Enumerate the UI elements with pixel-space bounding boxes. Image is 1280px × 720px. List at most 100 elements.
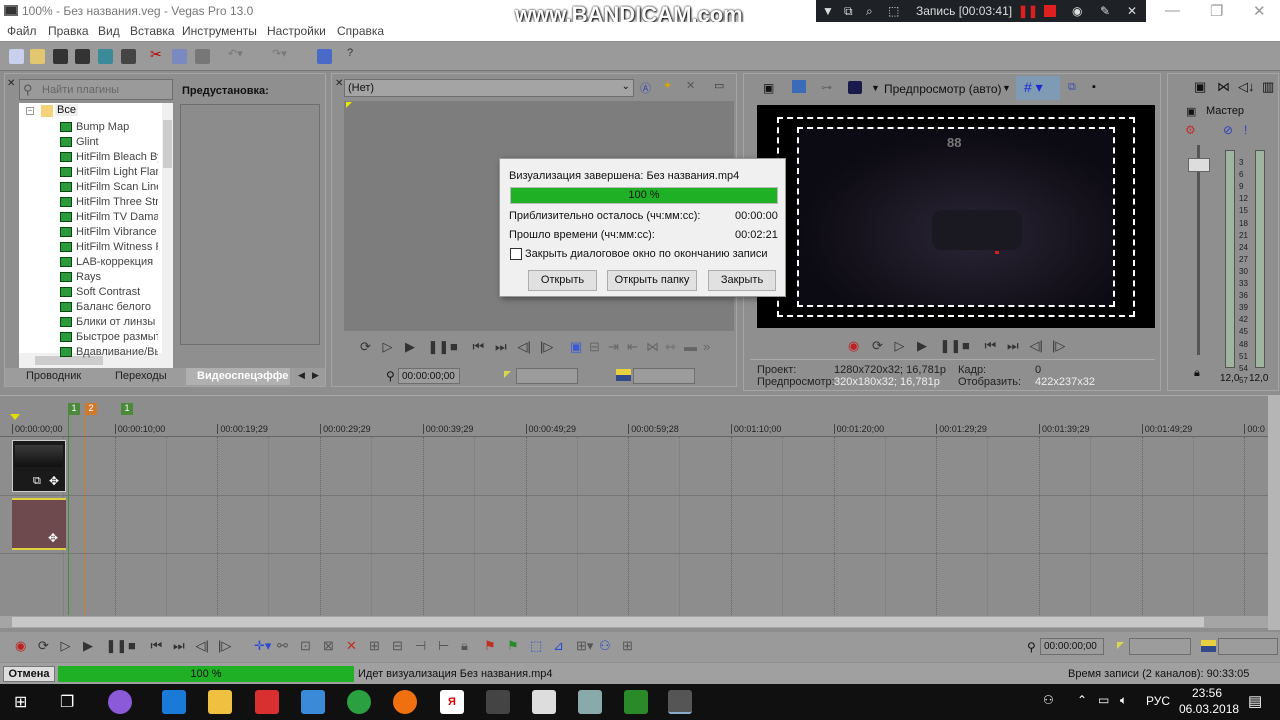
stop-icon[interactable]: ■: [962, 338, 970, 353]
copy-icon[interactable]: [172, 49, 187, 64]
save-as-icon[interactable]: [75, 49, 90, 64]
play-from-start-icon[interactable]: ▷: [895, 338, 905, 354]
copy-snapshot-icon[interactable]: ⧉: [1068, 81, 1076, 94]
trim-tool-icon[interactable]: ⋈: [646, 339, 659, 355]
edit-tool-icon[interactable]: ⬚: [530, 638, 542, 654]
mail-icon[interactable]: [532, 690, 556, 714]
in-point-field[interactable]: [516, 368, 578, 384]
menu-help[interactable]: Справка: [337, 24, 384, 38]
open-folder-button[interactable]: Открыть папку: [607, 270, 697, 291]
browser-e-icon[interactable]: [393, 690, 417, 714]
menu-view[interactable]: Вид: [98, 24, 120, 38]
tree-vscrollbar[interactable]: [162, 103, 173, 368]
loop-icon[interactable]: ⟳: [360, 339, 371, 355]
next-frame-icon[interactable]: ⏭: [173, 638, 185, 654]
save-icon[interactable]: [53, 49, 68, 64]
hscroll-thumb[interactable]: [12, 617, 1204, 627]
edit-tool-icon[interactable]: ✛▾: [254, 638, 271, 654]
windows-start-icon[interactable]: ⊞: [14, 692, 27, 712]
save-snapshot-icon[interactable]: ▪: [1092, 81, 1096, 93]
monitor-icon[interactable]: ▭: [714, 79, 724, 92]
audio-clip[interactable]: ✥: [12, 498, 66, 550]
marker-2[interactable]: 2: [85, 403, 97, 415]
trim-tool-icon[interactable]: ⇥: [608, 339, 619, 355]
tree-item[interactable]: Блики от линзы: [76, 316, 158, 328]
fx-bypass-icon[interactable]: [848, 81, 862, 94]
edit-tool-icon[interactable]: ⊞: [369, 638, 380, 654]
minimize-button[interactable]: —: [1165, 2, 1180, 19]
tree-item[interactable]: Soft Contrast: [76, 286, 158, 298]
tree-item[interactable]: Быстрое размыти: [76, 331, 158, 343]
tree-item[interactable]: Bump Map: [76, 121, 158, 133]
window-icon[interactable]: ⧉: [844, 4, 853, 19]
tree-item[interactable]: Rays: [76, 271, 158, 283]
pause-icon[interactable]: ❚❚: [940, 338, 962, 354]
help-icon[interactable]: ?: [347, 47, 362, 62]
edit-tool-icon[interactable]: 🔒︎: [461, 638, 468, 654]
fx-icon[interactable]: ⚙: [1185, 123, 1196, 137]
play-from-start-icon[interactable]: ▷: [61, 638, 71, 654]
cut-icon[interactable]: ✂: [150, 46, 165, 62]
dropdown-icon[interactable]: ▼: [822, 4, 834, 18]
gift-app-icon[interactable]: [255, 690, 279, 714]
pause-icon[interactable]: ❚❚: [1018, 4, 1038, 18]
close-dialog-button[interactable]: Закрыть: [708, 270, 776, 291]
trim-tool-icon[interactable]: ▣: [570, 339, 582, 355]
lock-icon[interactable]: 🔒︎: [1194, 367, 1200, 380]
open-button[interactable]: Открыть: [528, 270, 597, 291]
volume-icon[interactable]: 🔈︎: [1120, 693, 1127, 708]
tree-item[interactable]: Вдавливание/Вы: [76, 346, 158, 358]
menu-file[interactable]: Файл: [7, 24, 37, 38]
tree-item[interactable]: HitFilm TV Damage: [76, 211, 158, 223]
tree-item[interactable]: LAB-коррекция: [76, 256, 158, 268]
app-a-icon[interactable]: [347, 690, 371, 714]
trimmer-timecode[interactable]: 00:00:00;00: [398, 368, 460, 384]
prev-edit-icon[interactable]: ◁|: [196, 638, 209, 654]
redo-icon[interactable]: ↷▾: [272, 47, 287, 62]
trim-tool-icon[interactable]: »: [703, 339, 710, 354]
grid-overlay-button[interactable]: # ▾: [1016, 76, 1060, 100]
length-field[interactable]: [633, 368, 695, 384]
tree-root-all[interactable]: Все: [55, 104, 78, 116]
menu-insert[interactable]: Вставка: [130, 24, 175, 38]
tab-scroll-left-icon[interactable]: ◀: [298, 370, 305, 381]
next-edit-icon[interactable]: |▷: [218, 638, 231, 654]
edit-tool-icon[interactable]: ✕: [346, 638, 357, 654]
tree-item[interactable]: HitFilm Light Flares: [76, 166, 158, 178]
cortana-mic-icon[interactable]: [108, 690, 132, 714]
trim-tool-icon[interactable]: ⊟: [589, 339, 600, 355]
undo-icon[interactable]: ↶▾: [228, 47, 243, 62]
tree-item[interactable]: Баланс белого: [76, 301, 158, 313]
edit-tool-icon[interactable]: ⚯: [277, 638, 288, 654]
close-button[interactable]: ✕: [1253, 2, 1266, 20]
edit-tool-icon[interactable]: ⊿: [553, 638, 564, 654]
timeline-vscrollbar[interactable]: [1268, 395, 1280, 630]
master-fader-track[interactable]: [1197, 145, 1200, 355]
downmix-icon[interactable]: ⋈: [1217, 79, 1230, 95]
next-frame-icon[interactable]: ⏭: [495, 339, 507, 355]
vegas-taskbar-icon[interactable]: [624, 690, 648, 714]
stop-icon[interactable]: [1044, 5, 1056, 17]
play-icon[interactable]: ▶: [917, 338, 927, 354]
close-icon[interactable]: ✕: [1127, 4, 1137, 18]
edit-tool-icon[interactable]: ⚑: [507, 638, 519, 654]
clip-fx-icon[interactable]: ✥: [49, 474, 59, 488]
collapse-icon[interactable]: −: [26, 107, 34, 115]
maximize-button[interactable]: ❐: [1210, 2, 1223, 20]
panel-close-icon[interactable]: ✕: [7, 78, 15, 89]
trimmer-tool-icon[interactable]: Ⓐ: [640, 80, 651, 96]
tab-explorer[interactable]: Проводник: [26, 370, 81, 382]
cancel-render-button[interactable]: Отмена: [3, 666, 55, 682]
panel-close-icon[interactable]: ✕: [335, 78, 343, 89]
selection-length-field[interactable]: [1218, 638, 1278, 655]
tab-transitions[interactable]: Переходы: [115, 370, 167, 382]
open-icon[interactable]: [30, 49, 45, 64]
tree-item[interactable]: HitFilm Three Strip: [76, 196, 158, 208]
edit-tool-icon[interactable]: ⊞: [622, 638, 633, 654]
pause-icon[interactable]: ❚❚: [106, 638, 128, 654]
app-icon[interactable]: [578, 690, 602, 714]
edit-tool-icon[interactable]: ⚑: [484, 638, 496, 654]
stop-icon[interactable]: ■: [128, 638, 136, 653]
clip-crop-icon[interactable]: ⧉: [33, 475, 41, 488]
play-from-start-icon[interactable]: ▷: [383, 339, 393, 355]
